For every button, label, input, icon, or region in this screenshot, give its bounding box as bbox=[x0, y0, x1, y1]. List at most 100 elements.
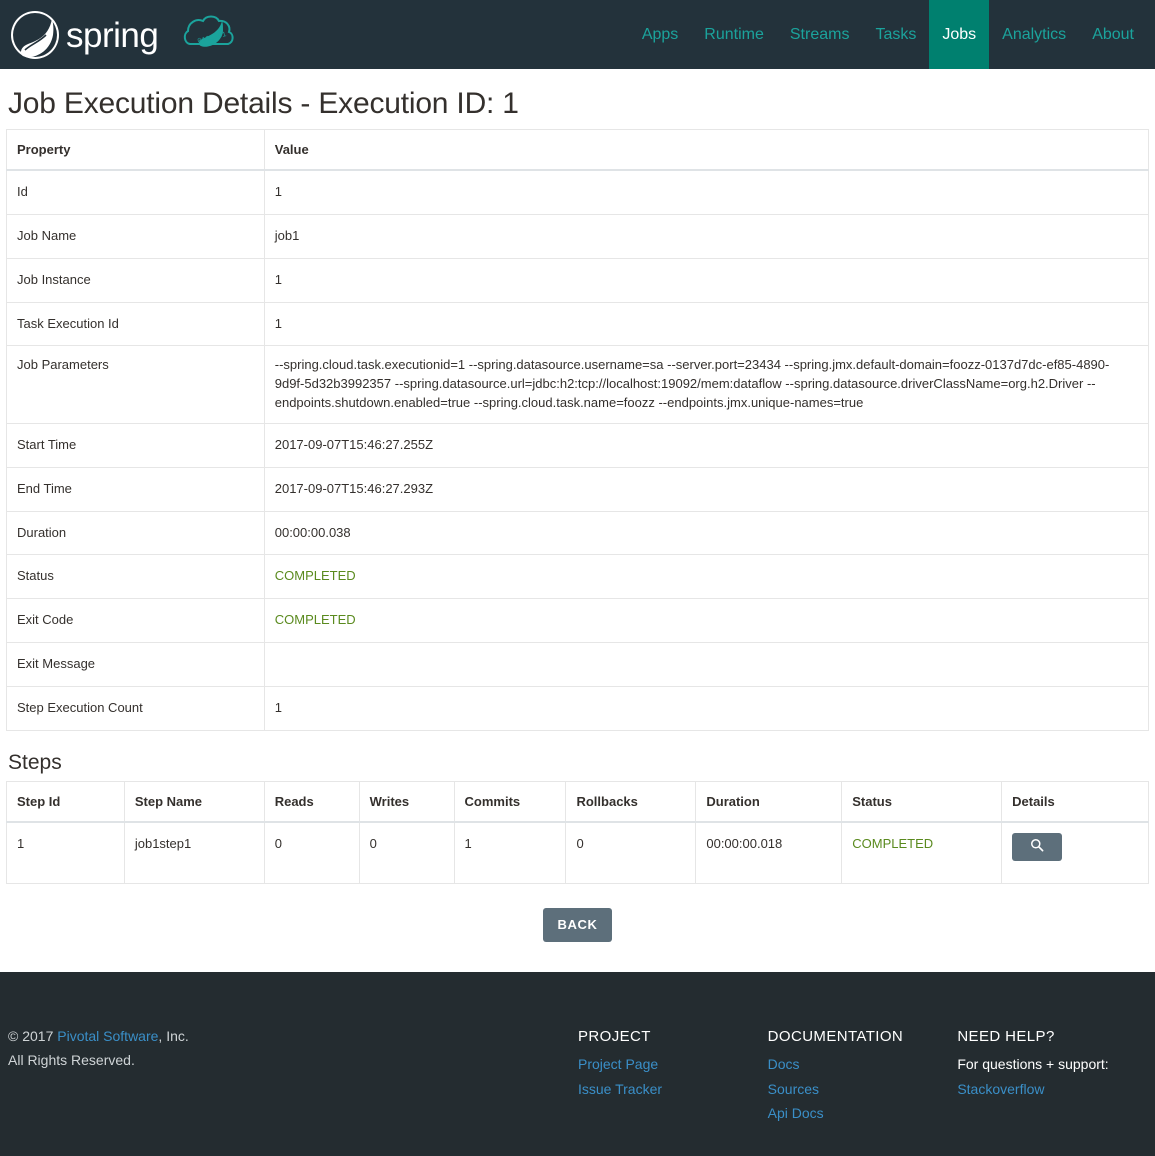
footer-link-issue-tracker[interactable]: Issue Tracker bbox=[578, 1077, 768, 1102]
column-header-details: Details bbox=[1001, 780, 1149, 823]
footer-copyright: © 2017 Pivotal Software, Inc. All Rights… bbox=[8, 1024, 578, 1073]
step-details-button[interactable] bbox=[1012, 832, 1063, 861]
table-row: Status COMPLETED bbox=[6, 554, 1150, 600]
top-navbar: spring 0101101 Apps Runtime Streams Task… bbox=[0, 0, 1155, 69]
pivotal-software-link[interactable]: Pivotal Software bbox=[57, 1028, 158, 1044]
footer-column-need-help: NEED HELP? For questions + support: Stac… bbox=[957, 1024, 1147, 1101]
duration-cell: 00:00:00.018 bbox=[695, 821, 843, 884]
steps-section-title: Steps bbox=[8, 750, 62, 774]
page-title: Job Execution Details - Execution ID: 1 bbox=[8, 87, 519, 120]
property-value-cell: 00:00:00.038 bbox=[263, 510, 1150, 556]
property-value-cell: 2017-09-07T15:46:27.255Z bbox=[263, 422, 1150, 468]
main-content: Job Execution Details - Execution ID: 1 … bbox=[0, 87, 1155, 942]
property-name-cell: Status bbox=[6, 554, 265, 600]
back-button[interactable]: BACK bbox=[543, 907, 612, 942]
column-header-step-id: Step Id bbox=[6, 780, 125, 823]
footer-link-sources[interactable]: Sources bbox=[768, 1077, 958, 1102]
property-value-cell: 2017-09-07T15:46:27.293Z bbox=[263, 466, 1150, 512]
column-header-step-name: Step Name bbox=[123, 780, 265, 823]
job-execution-properties-table: Property Value Id 1 Job Name job1 Job Instan… bbox=[6, 129, 1150, 731]
copyright-line: © 2017 Pivotal Software, Inc. bbox=[8, 1024, 578, 1049]
property-value-cell: 1 bbox=[263, 685, 1150, 731]
steps-header-row: Step Id Step Name Reads Writes Commits R… bbox=[6, 780, 1149, 823]
property-name-cell: Job Parameters bbox=[6, 345, 265, 424]
column-header-reads: Reads bbox=[263, 780, 360, 823]
spring-leaf-logo bbox=[11, 10, 59, 59]
column-header-commits: Commits bbox=[453, 780, 567, 823]
table-row: Task Execution Id 1 bbox=[6, 301, 1150, 347]
table-row: Step Execution Count 1 bbox=[6, 685, 1150, 731]
page-footer: © 2017 Pivotal Software, Inc. All Rights… bbox=[0, 971, 1155, 1156]
property-name-cell: Duration bbox=[6, 510, 265, 556]
nav-item-streams[interactable]: Streams bbox=[777, 0, 863, 69]
spring-cloud-dataflow-logo-svg: spring 0101101 bbox=[11, 10, 234, 59]
step-id-cell: 1 bbox=[6, 821, 125, 884]
property-value-cell bbox=[263, 642, 1150, 687]
nav-item-apps[interactable]: Apps bbox=[629, 0, 691, 69]
nav-item-analytics[interactable]: Analytics bbox=[989, 0, 1079, 69]
main-nav: Apps Runtime Streams Tasks Jobs Analytic… bbox=[629, 0, 1155, 69]
nav-item-tasks[interactable]: Tasks bbox=[862, 0, 929, 69]
table-row: Exit Code COMPLETED bbox=[6, 598, 1150, 644]
copyright-suffix: , Inc. bbox=[158, 1027, 189, 1044]
property-value-cell: 1 bbox=[263, 257, 1150, 303]
footer-column-documentation: DOCUMENTATION Docs Sources Api Docs bbox=[768, 1024, 958, 1126]
nav-item-about[interactable]: About bbox=[1079, 0, 1147, 69]
property-name-cell: Step Execution Count bbox=[6, 685, 265, 731]
property-name-cell: Exit Code bbox=[6, 598, 265, 644]
column-header-status: Status bbox=[841, 780, 1003, 823]
brand-logo[interactable]: spring 0101101 bbox=[0, 0, 238, 69]
reads-cell: 0 bbox=[263, 821, 360, 884]
footer-link-api-docs[interactable]: Api Docs bbox=[768, 1101, 958, 1126]
nav-item-jobs[interactable]: Jobs bbox=[929, 0, 990, 69]
property-value-cell: job1 bbox=[263, 213, 1150, 259]
footer-support-text: For questions + support: bbox=[957, 1056, 1109, 1073]
rollbacks-cell: 0 bbox=[565, 821, 697, 884]
writes-cell: 0 bbox=[358, 821, 455, 884]
table-row: Job Name job1 bbox=[6, 213, 1150, 259]
details-cell bbox=[1001, 821, 1149, 884]
footer-heading-need-help: NEED HELP? bbox=[957, 1027, 1055, 1045]
table-row: Job Instance 1 bbox=[6, 257, 1150, 303]
steps-table-body: 1 job1step1 0 0 1 0 00:00:00.018 COMPLETED bbox=[6, 821, 1149, 884]
back-button-container: BACK bbox=[6, 907, 1149, 942]
search-icon bbox=[1030, 838, 1044, 855]
property-value-cell: 1 bbox=[263, 301, 1150, 347]
property-status-value-cell: COMPLETED bbox=[263, 554, 1150, 600]
copyright-prefix: © 2017 bbox=[8, 1027, 58, 1044]
table-row: Exit Message bbox=[6, 642, 1150, 687]
footer-link-docs[interactable]: Docs bbox=[768, 1052, 958, 1077]
property-name-cell: Id bbox=[6, 169, 265, 215]
svg-text:spring: spring bbox=[66, 16, 158, 55]
table-row: Job Parameters --spring.cloud.task.execut… bbox=[6, 345, 1150, 424]
footer-column-project: PROJECT Project Page Issue Tracker bbox=[578, 1024, 768, 1101]
footer-link-stackoverflow[interactable]: Stackoverflow bbox=[957, 1077, 1147, 1102]
column-header-property: Property bbox=[6, 129, 265, 171]
property-value-cell: --spring.cloud.task.executionid=1 --spri… bbox=[263, 345, 1150, 424]
table-header-row: Property Value bbox=[6, 129, 1150, 171]
step-name-cell: job1step1 bbox=[123, 821, 265, 884]
status-cell: COMPLETED bbox=[841, 821, 1003, 884]
spring-wordmark: spring bbox=[66, 16, 159, 55]
property-status-value-cell: COMPLETED bbox=[263, 598, 1150, 644]
column-header-value: Value bbox=[263, 129, 1150, 171]
table-row: Id 1 bbox=[6, 169, 1150, 215]
property-name-cell: End Time bbox=[6, 466, 265, 512]
column-header-rollbacks: Rollbacks bbox=[565, 780, 697, 823]
footer-heading-project: PROJECT bbox=[577, 1027, 651, 1045]
table-row: End Time 2017-09-07T15:46:27.293Z bbox=[6, 466, 1150, 512]
steps-table: Step Id Step Name Reads Writes Commits R… bbox=[6, 780, 1149, 884]
column-header-duration: Duration bbox=[695, 780, 843, 823]
property-name-cell: Task Execution Id bbox=[6, 301, 265, 347]
property-name-cell: Job Instance bbox=[6, 257, 265, 303]
property-name-cell: Job Name bbox=[6, 213, 265, 259]
table-row: 1 job1step1 0 0 1 0 00:00:00.018 COMPLETED bbox=[6, 821, 1149, 884]
commits-cell: 1 bbox=[453, 821, 567, 884]
rights-reserved-line: All Rights Reserved. bbox=[8, 1052, 135, 1069]
nav-item-runtime[interactable]: Runtime bbox=[691, 0, 777, 69]
footer-link-project-page[interactable]: Project Page bbox=[578, 1052, 768, 1077]
property-name-cell: Start Time bbox=[6, 422, 265, 468]
table-row: Start Time 2017-09-07T15:46:27.255Z bbox=[6, 422, 1150, 468]
column-header-writes: Writes bbox=[358, 780, 455, 823]
properties-table-body: Id 1 Job Name job1 Job Instance 1 Task Executi… bbox=[6, 169, 1150, 731]
